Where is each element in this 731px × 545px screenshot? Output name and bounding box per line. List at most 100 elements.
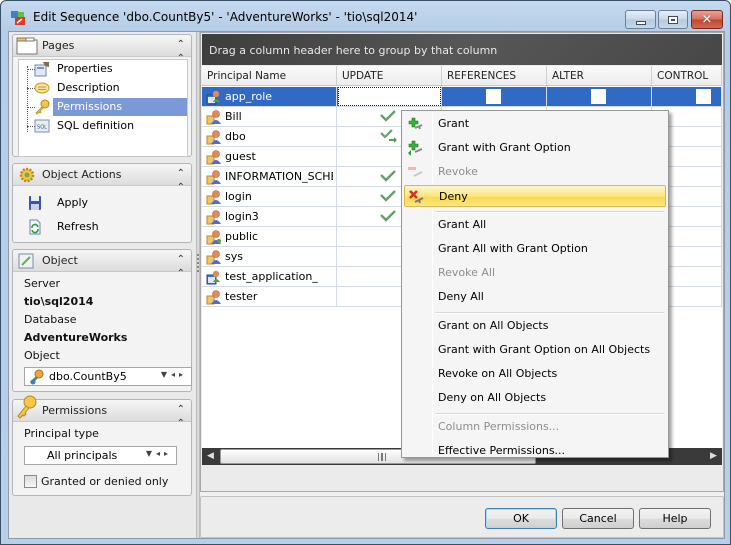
principal-cell[interactable] [202, 187, 337, 207]
principal-cell[interactable] [202, 127, 337, 147]
menu-item-column-permissions[interactable]: Column Permissions... [404, 416, 666, 438]
menu-item-label: Grant All [438, 218, 487, 231]
grip-icon [378, 453, 386, 461]
user-icon [206, 210, 221, 225]
collapse-object-icon[interactable]: ⌃ ⌃ [177, 253, 185, 281]
permission-checkbox[interactable] [696, 89, 711, 104]
principal-type-select[interactable]: All principals ▼◂▸ [24, 446, 177, 465]
pages-panel-header[interactable]: Pages ⌃⌃ [13, 35, 191, 64]
menu-item-grant-with-grant-option-on-all-objects[interactable]: Grant with Grant Option on All Objects [404, 339, 666, 361]
menu-item-revoke-on-all-objects[interactable]: Revoke on All Objects [404, 363, 666, 385]
properties-icon [34, 62, 49, 77]
selector-arrows-icon[interactable]: ▼◂▸ [161, 370, 187, 379]
menu-item-deny[interactable]: Deny [404, 185, 666, 207]
app-icon [11, 11, 25, 25]
page-properties[interactable]: Properties [53, 60, 187, 78]
collapse-object-actions-icon[interactable]: ⌃ ⌃ [177, 167, 185, 195]
menu-item-deny-all[interactable]: Deny All [404, 286, 666, 308]
granted-check-icon[interactable] [380, 209, 397, 223]
maximize-button[interactable] [658, 10, 688, 29]
menu-item-grant-with-grant-option[interactable]: Grant with Grant Option [404, 137, 666, 159]
page-permissions[interactable]: Permissions [53, 98, 187, 116]
scroll-left-icon[interactable]: ◀ [202, 448, 219, 465]
scroll-right-icon[interactable]: ▶ [705, 448, 722, 465]
application-role-icon [206, 270, 220, 285]
sidebar: Pages ⌃⌃ Properties [9, 32, 196, 538]
menu-item-revoke-all[interactable]: Revoke All [404, 262, 666, 284]
menu-item-effective-permissions[interactable]: Effective Permissions... [404, 440, 666, 462]
close-button[interactable]: ✕ [691, 10, 723, 29]
table-row[interactable]: app_role [202, 87, 722, 107]
granted-check-icon[interactable] [380, 169, 397, 183]
ok-button[interactable]: OK [485, 508, 557, 529]
principal-cell[interactable] [202, 287, 337, 307]
menu-item-grant-all[interactable]: Grant All [404, 214, 666, 236]
user-icon [206, 290, 221, 305]
permissions-panel-title: Permissions [42, 404, 108, 417]
user-icon [206, 250, 221, 265]
permission-cell[interactable] [652, 87, 722, 107]
cancel-button[interactable]: Cancel [562, 508, 634, 529]
object-actions-header[interactable]: Object Actions ⌃ ⌃ [13, 164, 191, 193]
principal-name: tester [225, 290, 258, 303]
principal-cell[interactable] [202, 247, 337, 267]
granted-only-checkbox[interactable] [24, 475, 37, 488]
menu-item-grant-on-all-objects[interactable]: Grant on All Objects [404, 315, 666, 337]
granted-check-icon[interactable] [380, 189, 397, 203]
database-value: AdventureWorks [24, 331, 128, 344]
refresh-action[interactable]: Refresh [27, 218, 177, 236]
selector-arrows-icon[interactable]: ▼◂▸ [146, 449, 172, 458]
menu-item-label: Deny All [438, 290, 484, 303]
apply-action[interactable]: Apply [27, 194, 177, 212]
focused-update-cell[interactable] [338, 87, 441, 106]
object-panel-header[interactable]: Object ⌃ ⌃ [13, 250, 191, 279]
principal-cell[interactable] [202, 107, 337, 127]
menu-item-label: Grant [438, 117, 470, 130]
pages-panel-title: Pages [42, 39, 75, 52]
column-header-principal-name[interactable]: Principal Name [202, 66, 337, 86]
menu-item-label: Deny [439, 190, 468, 203]
column-header-control[interactable]: CONTROL [652, 66, 722, 86]
title-bar[interactable]: Edit Sequence 'dbo.CountBy5' - 'Adventur… [1, 1, 730, 31]
principal-type-label: Principal type [24, 427, 99, 440]
object-panel-title: Object [42, 254, 78, 267]
column-header-references[interactable]: REFERENCES [442, 66, 547, 86]
grant-with-grant-option-icon[interactable] [380, 129, 397, 143]
user-icon [206, 110, 221, 125]
minimize-icon [635, 20, 646, 25]
menu-item-grant-all-with-grant-option[interactable]: Grant All with Grant Option [404, 238, 666, 260]
server-label: Server [24, 277, 61, 290]
column-header-alter[interactable]: ALTER [547, 66, 652, 86]
tree-connector [27, 66, 28, 132]
principal-cell[interactable] [202, 207, 337, 227]
principal-name: INFORMATION_SCHEMA [225, 170, 333, 183]
principal-name: login [225, 190, 252, 203]
granted-only-label[interactable]: Granted or denied only [41, 475, 168, 488]
object-selector[interactable]: dbo.CountBy5 ▼◂▸ [24, 367, 192, 386]
grant-icon [408, 117, 423, 130]
page-sql-definition[interactable]: SQL definition [53, 117, 187, 135]
principal-name: public [225, 230, 259, 243]
menu-item-deny-on-all-objects[interactable]: Deny on All Objects [404, 387, 666, 409]
edit-sequence-window: Edit Sequence 'dbo.CountBy5' - 'Adventur… [0, 0, 731, 545]
permission-checkbox[interactable] [486, 89, 501, 104]
splitter-grip[interactable] [197, 254, 199, 272]
description-icon [34, 82, 50, 94]
menu-item-grant[interactable]: Grant [404, 113, 666, 135]
permissions-panel-header[interactable]: Permissions ⌃ ⌃ [13, 395, 191, 429]
permission-checkbox[interactable] [591, 89, 606, 104]
principal-cell[interactable] [202, 147, 337, 167]
group-by-area[interactable]: Drag a column header here to group by th… [202, 34, 722, 65]
principal-cell[interactable] [202, 227, 337, 247]
minimize-button[interactable] [625, 10, 656, 29]
collapse-permissions-icon[interactable]: ⌃ ⌃ [177, 403, 185, 431]
page-description[interactable]: Description [53, 79, 187, 97]
sequence-icon [29, 369, 44, 385]
column-header-update[interactable]: UPDATE [337, 66, 442, 86]
granted-check-icon[interactable] [380, 109, 397, 123]
principal-name: Bill [225, 110, 242, 123]
user-icon [206, 170, 221, 185]
menu-item-revoke[interactable]: Revoke [404, 161, 666, 183]
help-button[interactable]: Help [639, 508, 711, 529]
revoke-icon [408, 167, 423, 177]
